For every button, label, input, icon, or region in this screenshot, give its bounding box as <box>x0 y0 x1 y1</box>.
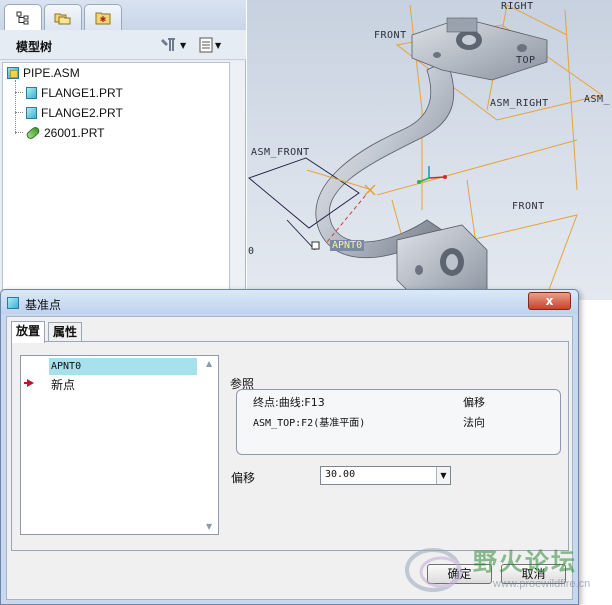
datum-point-icon <box>7 297 19 309</box>
chevron-down-icon: ▼ <box>215 40 222 50</box>
navigator-tabs: ✱ <box>0 0 246 31</box>
reference-constraint[interactable]: 偏移 <box>463 394 485 410</box>
cancel-button[interactable]: 取消 <box>501 564 566 584</box>
part-icon <box>26 107 37 119</box>
reference-constraint[interactable]: 法向 <box>463 414 485 430</box>
offset-combobox[interactable]: 30.00 ▼ <box>320 466 451 485</box>
chevron-down-icon: ▼ <box>180 40 187 50</box>
part-icon <box>26 87 37 99</box>
favorites-folder-icon: ✱ <box>95 12 111 24</box>
offset-label: 偏移 <box>231 471 256 485</box>
model-tree-icon <box>16 11 29 25</box>
dialog-body: 放置 属性 APNT0 新点 ▲ ▼ 参照 终点:曲线:F13 偏移 ASM_T… <box>6 316 573 600</box>
tree-item-label: FLANGE2.PRT <box>41 106 123 120</box>
assembly-icon <box>7 67 19 79</box>
tree-connector <box>15 132 23 133</box>
close-icon: x <box>545 294 554 308</box>
tree-item-label: PIPE.ASM <box>23 66 80 80</box>
tree-scrollbar[interactable] <box>231 62 245 300</box>
tree-connector <box>15 80 16 134</box>
reference-item[interactable]: 终点:曲线:F13 <box>253 394 325 410</box>
tree-title: 模型树 <box>16 40 53 54</box>
tree-item-label: 26001.PRT <box>44 126 105 140</box>
model-tree: PIPE.ASM FLANGE1.PRT FLANGE2.PRT 26001.P… <box>2 62 230 300</box>
references-collector[interactable]: 终点:曲线:F13 偏移 ASM_TOP:F2(基准平面) 法向 <box>236 389 561 455</box>
tree-header: 模型树 ▼ ▼ <box>0 30 246 60</box>
point-list-item-selected[interactable]: APNT0 <box>49 358 197 375</box>
reference-item[interactable]: ASM_TOP:F2(基准平面) <box>253 414 365 429</box>
arrow-right-icon <box>24 379 34 387</box>
tree-connector <box>15 92 23 93</box>
datum-label-asm-front: ASM_FRONT <box>251 147 310 158</box>
skeleton-part-icon <box>25 125 41 141</box>
list-icon <box>199 37 213 53</box>
datum-point-dialog: 基准点 x 放置 属性 APNT0 新点 ▲ ▼ 参照 终点:曲线:F13 偏移… <box>0 289 579 605</box>
dimension-label: 0 <box>248 246 255 257</box>
dialog-title: 基准点 <box>25 298 62 312</box>
scroll-up-icon[interactable]: ▲ <box>206 359 212 368</box>
tab-placement[interactable]: 放置 <box>11 321 46 343</box>
datum-label-right: RIGHT <box>501 1 534 12</box>
tree-item-flange1[interactable]: FLANGE1.PRT <box>26 84 123 102</box>
list-scrollbar[interactable]: ▲ ▼ <box>201 356 218 534</box>
datum-label-front-top: FRONT <box>374 30 407 41</box>
folders-icon <box>54 13 71 24</box>
new-point-item[interactable]: 新点 <box>51 376 75 393</box>
offset-value[interactable]: 30.00 <box>325 469 355 480</box>
tab-properties[interactable]: 属性 <box>48 322 83 342</box>
chevron-down-icon[interactable]: ▼ <box>436 467 450 484</box>
scroll-down-icon[interactable]: ▼ <box>206 522 212 531</box>
point-list[interactable]: APNT0 新点 ▲ ▼ <box>20 355 219 535</box>
datum-label-top: TOP <box>516 55 536 66</box>
show-dropdown[interactable]: ▼ <box>199 36 221 54</box>
datum-point-label[interactable]: APNT0 <box>330 240 365 251</box>
settings-dropdown[interactable]: ▼ <box>160 36 186 54</box>
tab-model-tree[interactable] <box>4 4 42 31</box>
tab-favorites[interactable]: ✱ <box>84 4 122 30</box>
tools-icon <box>161 38 175 51</box>
tree-item-pipe-asm[interactable]: PIPE.ASM <box>7 64 80 82</box>
tree-item-label: FLANGE1.PRT <box>41 86 123 100</box>
dialog-titlebar[interactable]: 基准点 x <box>1 290 578 314</box>
datum-label-asm-right-edge: ASM_ <box>584 94 611 105</box>
datum-label-front-bottom: FRONT <box>512 201 545 212</box>
tree-item-flange2[interactable]: FLANGE2.PRT <box>26 104 123 122</box>
graphics-viewport[interactable]: RIGHT FRONT TOP ASM_RIGHT ASM_ ASM_FRONT… <box>247 0 612 300</box>
tab-folder-browser[interactable] <box>44 4 82 30</box>
ok-button[interactable]: 确定 <box>427 564 492 584</box>
close-button[interactable]: x <box>528 292 571 310</box>
tree-connector <box>15 112 23 113</box>
datum-label-asm-right: ASM_RIGHT <box>490 98 549 109</box>
svg-text:✱: ✱ <box>100 15 107 24</box>
model-tree-pane: ✱ 模型树 ▼ ▼ PIPE.ASM FLANGE1.PRT FLANGE2.P… <box>0 0 246 300</box>
tree-item-26001[interactable]: 26001.PRT <box>25 124 105 142</box>
